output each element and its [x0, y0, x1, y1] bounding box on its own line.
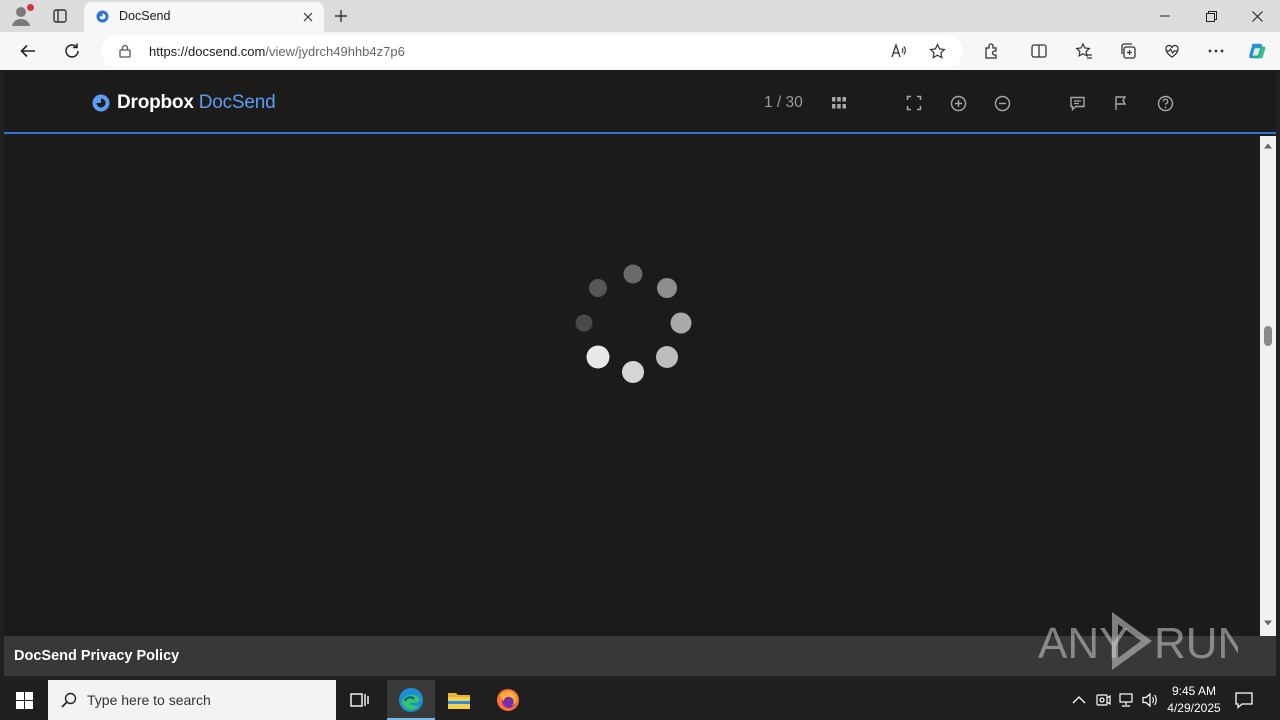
privacy-policy-link[interactable]: DocSend Privacy Policy	[14, 648, 179, 664]
spinner-dot	[670, 312, 692, 334]
back-icon[interactable]	[18, 41, 38, 61]
document-viewer	[4, 136, 1260, 636]
brand-secondary: DocSend	[198, 92, 276, 113]
scroll-down-arrow-icon[interactable]	[1264, 619, 1272, 627]
read-aloud-icon[interactable]	[889, 42, 907, 60]
browser-tab-active[interactable]: DocSend	[84, 2, 324, 32]
taskbar-clock[interactable]: 9:45 AM 4/29/2025	[1162, 683, 1226, 717]
tab-close-icon[interactable]	[300, 9, 316, 25]
taskbar-search-box[interactable]: Type here to search	[48, 680, 336, 720]
svg-text:RUN: RUN	[1154, 619, 1238, 668]
favorites-icon[interactable]	[1074, 41, 1094, 61]
volume-icon[interactable]	[1141, 691, 1159, 709]
spinner-dot	[622, 361, 644, 383]
comment-icon[interactable]	[1068, 94, 1086, 112]
address-bar[interactable]: https://docsend.com/view/jydrch49hhb4z7p…	[101, 35, 963, 67]
flag-icon[interactable]	[1112, 94, 1130, 112]
docsend-logo-icon	[92, 94, 110, 112]
notification-center-icon[interactable]	[1234, 690, 1254, 710]
spinner-dot	[586, 345, 610, 369]
file-explorer-icon[interactable]	[435, 680, 483, 720]
scroll-up-arrow-icon[interactable]	[1264, 142, 1272, 150]
docsend-page: Dropbox DocSend 1 / 30 DocSend Privacy P…	[4, 70, 1276, 676]
close-window-icon[interactable]	[1234, 0, 1280, 32]
new-tab-icon[interactable]	[332, 6, 350, 26]
browser-tab-bar: DocSend	[0, 0, 1280, 32]
favorite-star-icon[interactable]	[928, 42, 946, 60]
grid-view-icon[interactable]	[830, 94, 848, 112]
meet-now-icon[interactable]	[1094, 691, 1112, 709]
dropbox-docsend-logo[interactable]: Dropbox DocSend	[92, 91, 276, 115]
restore-icon[interactable]	[1188, 0, 1234, 32]
docsend-header: Dropbox DocSend 1 / 30	[4, 70, 1276, 134]
copilot-icon[interactable]	[1247, 41, 1267, 61]
url-path: /view/jydrch49hhb4z7p6	[265, 44, 405, 59]
spinner-dot	[589, 279, 607, 297]
fullscreen-icon[interactable]	[905, 94, 923, 112]
url-host: https://docsend.com	[149, 44, 266, 59]
search-placeholder: Type here to search	[87, 692, 211, 708]
reload-icon[interactable]	[62, 41, 82, 61]
spinner-dot	[575, 314, 593, 332]
vertical-scrollbar[interactable]	[1260, 136, 1276, 636]
zoom-in-icon[interactable]	[949, 94, 967, 112]
split-screen-icon[interactable]	[1029, 41, 1049, 61]
browser-nav-bar: https://docsend.com/view/jydrch49hhb4z7p…	[0, 32, 1280, 70]
clock-time: 9:45 AM	[1171, 684, 1217, 698]
extensions-icon[interactable]	[981, 41, 1001, 61]
loading-spinner	[575, 264, 692, 383]
task-view-icon[interactable]	[336, 680, 384, 720]
network-icon[interactable]	[1117, 691, 1135, 709]
spinner-dot	[656, 346, 678, 368]
minimize-icon[interactable]	[1142, 0, 1188, 32]
more-icon[interactable]	[1206, 41, 1226, 61]
spinner-dot	[623, 264, 643, 284]
scrollbar-thumb[interactable]	[1264, 326, 1272, 346]
brand-primary: Dropbox	[117, 92, 194, 113]
firefox-icon[interactable]	[484, 680, 532, 720]
tray-overflow-chevron-icon[interactable]	[1070, 691, 1088, 709]
edge-taskbar-icon[interactable]	[387, 680, 435, 720]
tab-title: DocSend	[119, 9, 171, 23]
windows-taskbar: Type here to search 9:45 AM 4/29/2025	[0, 680, 1280, 720]
clock-date: 4/29/2025	[1167, 701, 1221, 715]
lock-icon[interactable]	[118, 44, 132, 58]
search-icon	[61, 692, 77, 708]
help-icon[interactable]	[1156, 94, 1174, 112]
collections-icon[interactable]	[1118, 41, 1138, 61]
profile-notification-dot	[27, 4, 34, 11]
url-text[interactable]: https://docsend.com/view/jydrch49hhb4z7p…	[149, 44, 405, 59]
spinner-dot	[657, 278, 677, 298]
windows-start-icon[interactable]	[0, 680, 48, 720]
page-counter: 1 / 30	[764, 94, 803, 111]
anyrun-watermark-logo: ANY RUN	[1038, 612, 1238, 670]
tab-actions-icon[interactable]	[48, 5, 72, 27]
zoom-out-icon[interactable]	[993, 94, 1011, 112]
docsend-favicon-icon	[96, 10, 109, 23]
browser-essentials-icon[interactable]	[1162, 41, 1182, 61]
